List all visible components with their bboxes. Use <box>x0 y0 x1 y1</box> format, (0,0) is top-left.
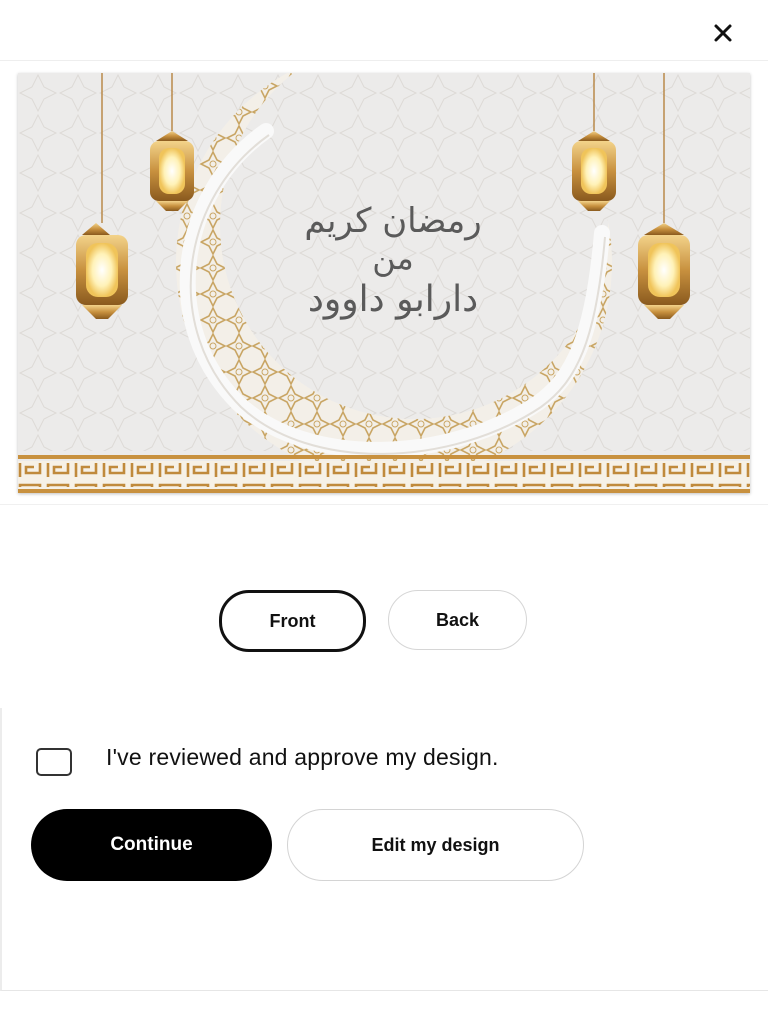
card-front-image: رمضان كريم من دارابو داوود <box>18 73 750 493</box>
close-button[interactable] <box>708 18 738 48</box>
back-side-button[interactable]: Back <box>388 590 527 650</box>
approve-label: I've reviewed and approve my design. <box>106 744 499 770</box>
close-icon <box>714 24 732 42</box>
design-preview: رمضان كريم من دارابو داوود <box>0 62 768 505</box>
greeting-line-2: من <box>372 239 414 277</box>
front-side-button[interactable]: Front <box>219 590 366 652</box>
edit-design-button[interactable]: Edit my design <box>287 809 584 881</box>
top-bar <box>0 0 768 61</box>
continue-button[interactable]: Continue <box>31 809 272 881</box>
greeting-line-1: رمضان كريم <box>304 201 482 241</box>
approve-checkbox[interactable] <box>36 748 72 776</box>
greeting-line-3: دارابو داوود <box>307 279 479 320</box>
